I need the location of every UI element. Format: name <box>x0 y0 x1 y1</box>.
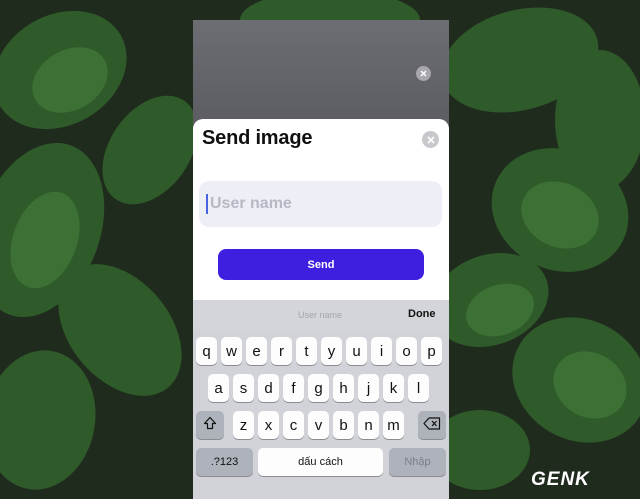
accessory-placeholder: User name <box>298 310 343 320</box>
keyboard: User name Done q w e r t y u i o p a s d… <box>193 300 449 499</box>
key-s[interactable]: s <box>233 374 254 402</box>
key-y[interactable]: y <box>321 337 342 365</box>
key-v[interactable]: v <box>308 411 329 439</box>
key-j[interactable]: j <box>358 374 379 402</box>
key-o[interactable]: o <box>396 337 417 365</box>
close-icon[interactable] <box>416 66 431 81</box>
key-g[interactable]: g <box>308 374 329 402</box>
key-u[interactable]: u <box>346 337 367 365</box>
key-r[interactable]: r <box>271 337 292 365</box>
key-x[interactable]: x <box>258 411 279 439</box>
key-f[interactable]: f <box>283 374 304 402</box>
return-key[interactable]: Nhập <box>389 448 446 476</box>
shift-icon <box>203 416 217 434</box>
key-k[interactable]: k <box>383 374 404 402</box>
send-button[interactable]: Send <box>218 249 424 280</box>
user-name-input[interactable]: User name <box>199 181 442 227</box>
done-button[interactable]: Done <box>408 308 436 320</box>
key-b[interactable]: b <box>333 411 354 439</box>
key-d[interactable]: d <box>258 374 279 402</box>
close-icon[interactable] <box>422 131 439 148</box>
key-h[interactable]: h <box>333 374 354 402</box>
sheet-title: Send image <box>202 127 313 149</box>
key-t[interactable]: t <box>296 337 317 365</box>
blurred-background-app <box>193 20 449 125</box>
watermark-logo: GENK <box>531 469 590 490</box>
shift-key[interactable] <box>196 411 224 439</box>
backspace-icon <box>423 416 441 434</box>
key-q[interactable]: q <box>196 337 217 365</box>
key-i[interactable]: i <box>371 337 392 365</box>
key-c[interactable]: c <box>283 411 304 439</box>
key-a[interactable]: a <box>208 374 229 402</box>
key-l[interactable]: l <box>408 374 429 402</box>
space-key[interactable]: dấu cách <box>258 448 383 476</box>
key-e[interactable]: e <box>246 337 267 365</box>
backspace-key[interactable] <box>418 411 446 439</box>
keyboard-accessory-bar: User name Done <box>193 300 449 330</box>
key-w[interactable]: w <box>221 337 242 365</box>
key-p[interactable]: p <box>421 337 442 365</box>
phone-screen: Send image User name Send User name Done… <box>193 20 449 499</box>
user-name-placeholder: User name <box>210 195 292 212</box>
key-m[interactable]: m <box>383 411 404 439</box>
numbers-key[interactable]: .?123 <box>196 448 253 476</box>
send-image-sheet: Send image User name Send <box>193 119 449 300</box>
key-z[interactable]: z <box>233 411 254 439</box>
text-cursor <box>206 194 208 214</box>
key-n[interactable]: n <box>358 411 379 439</box>
